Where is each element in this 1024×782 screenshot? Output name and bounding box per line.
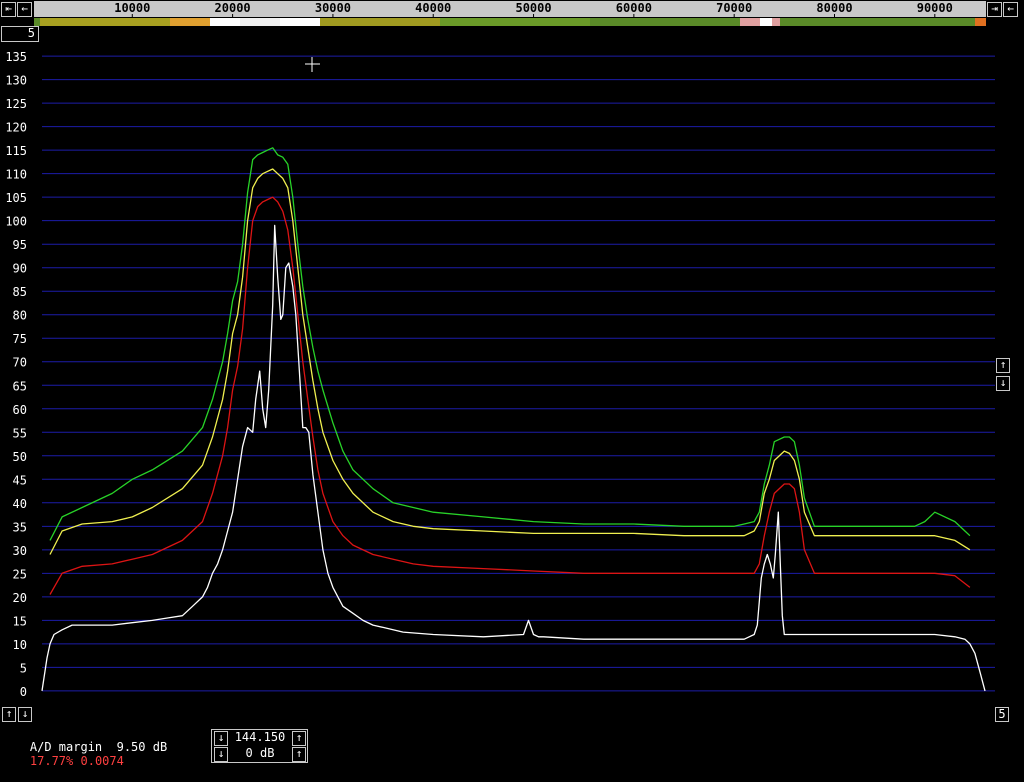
y-tick-label: 55 [13, 426, 27, 440]
y-tick-label: 75 [13, 332, 27, 346]
bottom-right-value: 5 [998, 707, 1006, 721]
frequency-gain-panel: ↓ 144.150 ↑ ↓ 0 dB ↑ [211, 729, 308, 763]
y-tick-label: 100 [5, 215, 27, 229]
scroll-right-button-2[interactable]: ← [1003, 2, 1018, 17]
y-tick-label: 130 [5, 74, 27, 88]
up-arrow-icon: ↑ [295, 747, 303, 760]
up-arrow-icon: ↑ [295, 731, 303, 744]
up-arrow-icon: ↑ [5, 707, 13, 720]
right-arrow-icon: ⇥ [991, 2, 998, 15]
y-tick-label: 45 [13, 473, 27, 487]
frequency-value[interactable]: 144.150 [231, 731, 289, 744]
top-left-value: 5 [27, 26, 35, 40]
y-tick-label: 10 [13, 638, 27, 652]
y-tick-label: 85 [13, 285, 27, 299]
x-tick-label: 40000 [415, 1, 451, 15]
cpu-load-status: 17.77% 0.0074 [1, 740, 124, 782]
y-tick-label: 35 [13, 520, 27, 534]
gain-up-button[interactable]: ↑ [292, 747, 306, 762]
scroll-left-button-1[interactable]: ⇤ [1, 2, 16, 17]
y-tick-label: 50 [13, 450, 27, 464]
cpu-percent: 17.77% [29, 754, 74, 768]
y-tick-label: 15 [13, 614, 27, 628]
scroll-right-button-1[interactable]: ⇥ [987, 2, 1002, 17]
y-tick-label: 120 [5, 121, 27, 135]
y-tick-label: 110 [5, 168, 27, 182]
y-tick-label: 0 [20, 685, 27, 699]
freq-up-button[interactable]: ↑ [292, 731, 306, 746]
x-tick-label: 20000 [215, 1, 251, 15]
x-axis-labels: 10000 20000 30000 40000 50000 60000 70000 80000… [114, 1, 953, 17]
bottom-right-value-box[interactable]: 5 [995, 707, 1009, 722]
graph-background [0, 0, 1024, 768]
y-tick-label: 125 [5, 97, 27, 111]
gain-down-button[interactable]: ↓ [214, 747, 228, 762]
top-left-value-box[interactable]: 5 [1, 26, 39, 42]
scroll-left-button-2[interactable]: ← [17, 2, 32, 17]
x-tick-label: 10000 [114, 1, 150, 15]
x-tick-label: 60000 [616, 1, 652, 15]
cpu-ratio: 0.0074 [80, 754, 124, 768]
y-tick-label: 5 [20, 661, 27, 675]
up-arrow-icon: ↑ [999, 358, 1007, 371]
scale-up-button[interactable]: ↑ [996, 358, 1010, 373]
waterfall-color-strip [34, 18, 986, 26]
x-tick-label: 70000 [716, 1, 752, 15]
ad-margin-value: 9.50 dB [116, 740, 168, 754]
y-tick-label: 40 [13, 497, 27, 511]
x-tick-label: 80000 [816, 1, 852, 15]
scale-down-button[interactable]: ↓ [996, 376, 1010, 391]
freq-down-button[interactable]: ↓ [214, 731, 228, 746]
y-tick-label: 135 [5, 50, 27, 64]
left-arrow-icon: ← [21, 2, 28, 15]
down-arrow-icon: ↓ [217, 731, 225, 744]
y-tick-label: 80 [13, 309, 27, 323]
spectrum-graph[interactable]: 0510152025303540455055606570758085909510… [0, 0, 1024, 768]
y-tick-label: 70 [13, 356, 27, 370]
gain-value[interactable]: 0 dB [231, 747, 289, 760]
down-arrow-icon: ↓ [999, 376, 1007, 389]
left-arrow-icon: ⇤ [5, 2, 12, 15]
y-tick-label: 25 [13, 567, 27, 581]
y-tick-label: 20 [13, 591, 27, 605]
y-tick-label: 115 [5, 144, 27, 158]
down-arrow-icon: ↓ [21, 707, 29, 720]
x-tick-label: 90000 [917, 1, 953, 15]
left-arrow-icon: ← [1007, 2, 1014, 15]
y-tick-label: 95 [13, 238, 27, 252]
offset-down-button[interactable]: ↓ [18, 707, 32, 722]
x-tick-label: 50000 [515, 1, 551, 15]
spectrum-window: 0 5 10 15 20 25 30 35 40 45 50 55 60 65 70 75 80 85 90 95 10… [0, 0, 1024, 768]
x-tick-label: 30000 [315, 1, 351, 15]
offset-up-button[interactable]: ↑ [2, 707, 16, 722]
y-tick-label: 60 [13, 403, 27, 417]
y-tick-label: 90 [13, 262, 27, 276]
y-tick-label: 105 [5, 191, 27, 205]
y-tick-label: 30 [13, 544, 27, 558]
down-arrow-icon: ↓ [217, 747, 225, 760]
y-tick-label: 65 [13, 379, 27, 393]
